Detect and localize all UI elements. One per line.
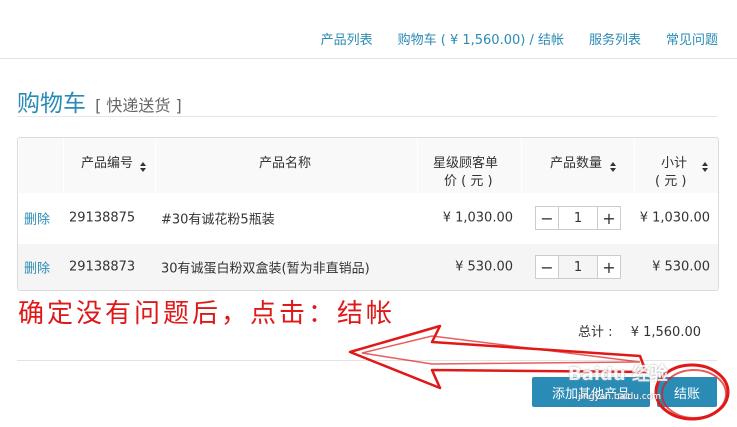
watermark-url: jingyan.baidu.com	[578, 392, 662, 402]
watermark-brand: Baidu 经验	[568, 364, 669, 385]
